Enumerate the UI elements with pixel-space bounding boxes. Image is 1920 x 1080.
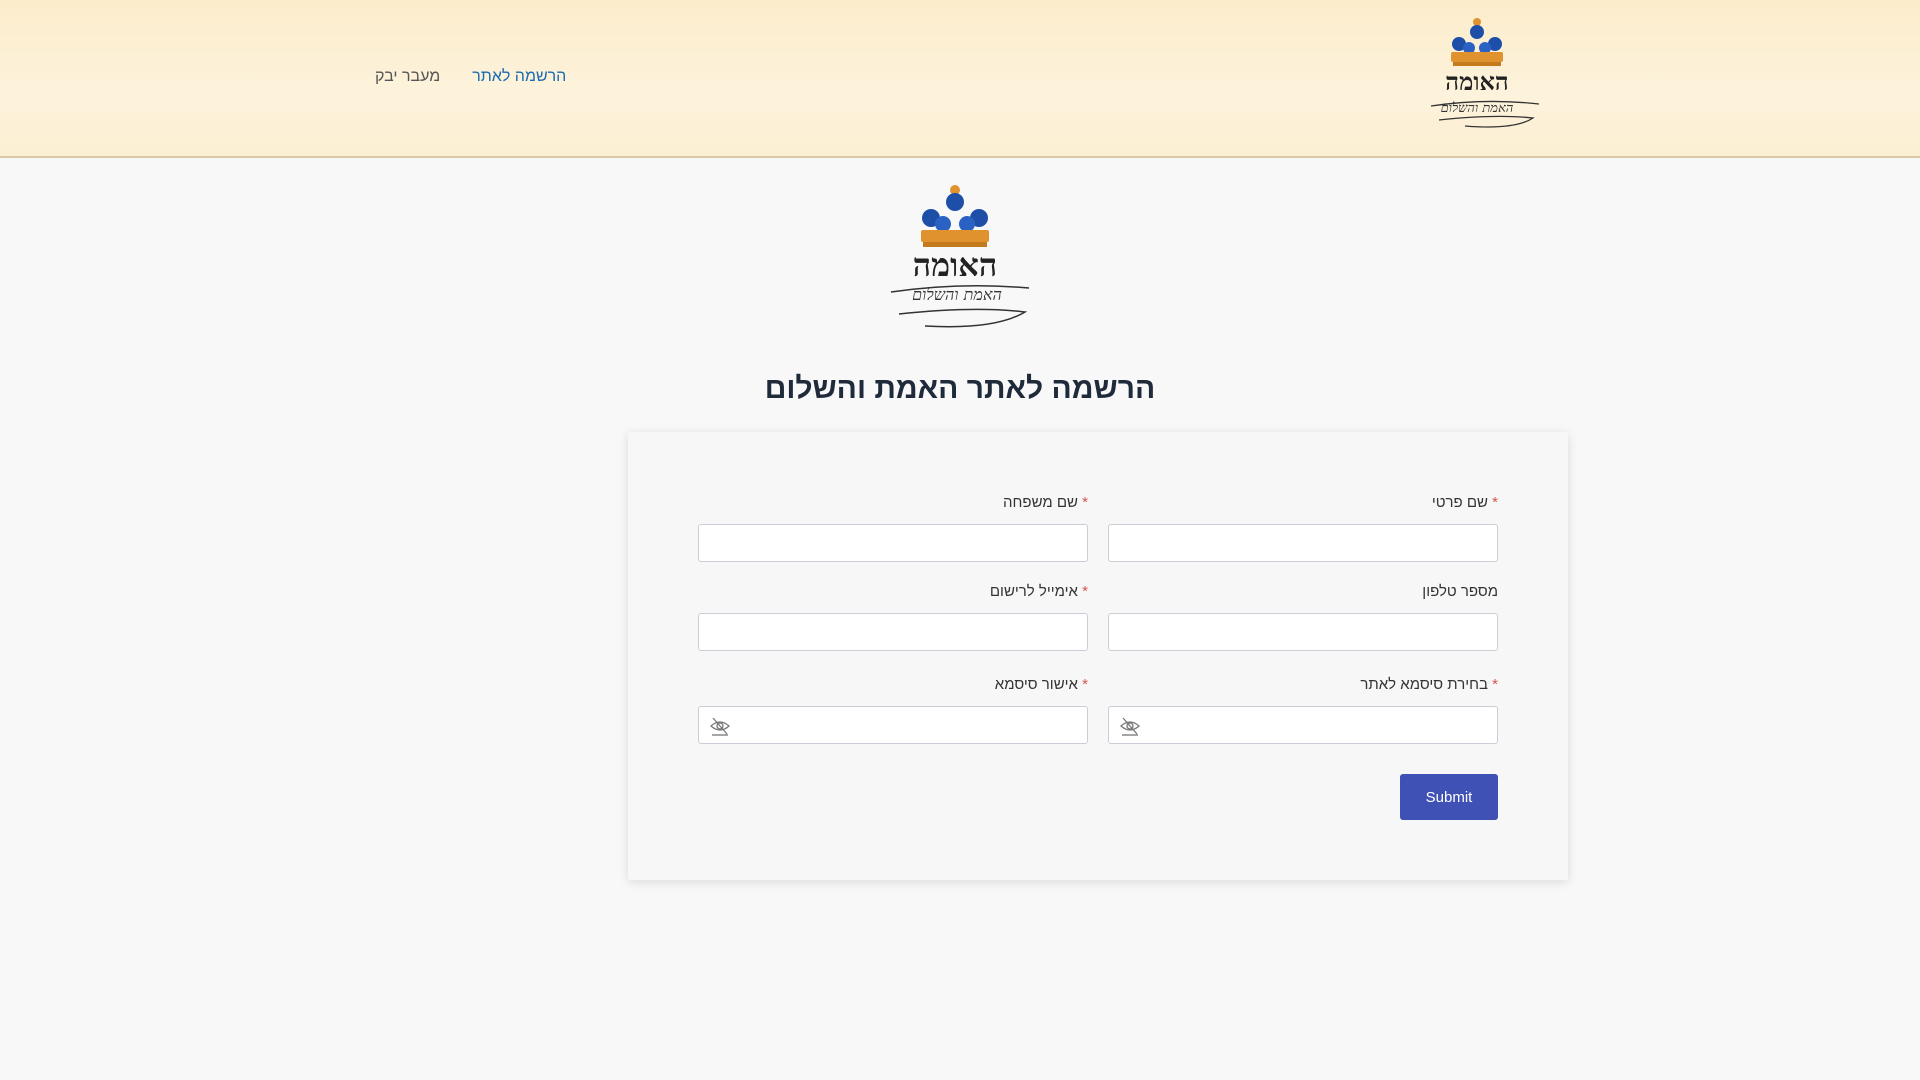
phone-input[interactable] <box>1109 614 1497 650</box>
main-logo-text: האומה <box>913 246 998 284</box>
last-name-field-group: * שם משפחה <box>698 494 1088 562</box>
confirm-password-label: * אישור סיסמא <box>994 676 1088 693</box>
first-name-label: * שם פרטי <box>1431 494 1498 511</box>
main-nav: הרשמה לאתר מעבר יבק <box>375 68 566 86</box>
required-mark: * <box>1082 494 1088 511</box>
submit-button[interactable]: Submit <box>1400 774 1498 820</box>
last-name-label: * שם משפחה <box>1003 494 1088 511</box>
nav-link-maavar-yabok[interactable]: מעבר יבק <box>375 68 440 86</box>
required-mark: * <box>1082 676 1088 693</box>
last-name-input-box <box>698 524 1088 562</box>
required-mark: * <box>1082 583 1088 600</box>
confirm-password-field-group: * אישור סיסמא <box>698 676 1088 744</box>
required-mark: * <box>1492 676 1498 693</box>
email-field-group: * אימייל לרישום <box>698 583 1088 651</box>
nav-link-register[interactable]: הרשמה לאתר <box>472 68 566 86</box>
header-logo-text: האומה <box>1445 67 1508 96</box>
registration-form: * שם פרטי * שם משפחה מספר טלפון * אימייל… <box>628 432 1568 880</box>
email-input[interactable] <box>699 614 1087 650</box>
confirm-password-input-box <box>698 706 1088 744</box>
phone-input-box <box>1108 613 1498 651</box>
last-name-input[interactable] <box>699 525 1087 561</box>
confirm-password-input[interactable] <box>699 707 1087 743</box>
site-header: הרשמה לאתר מעבר יבק האומה האמת והשלום <box>0 0 1920 158</box>
eye-slash-icon[interactable] <box>1119 716 1141 736</box>
password-input-box <box>1108 706 1498 744</box>
email-label: * אימייל לרישום <box>989 583 1088 600</box>
required-mark: * <box>1492 494 1498 511</box>
eye-slash-icon[interactable] <box>709 716 731 736</box>
first-name-input[interactable] <box>1109 525 1497 561</box>
first-name-input-box <box>1108 524 1498 562</box>
email-input-box <box>698 613 1088 651</box>
password-input[interactable] <box>1109 707 1497 743</box>
phone-label: מספר טלפון <box>1422 583 1498 600</box>
first-name-field-group: * שם פרטי <box>1108 494 1498 562</box>
page-title: הרשמה לאתר האמת והשלום <box>764 372 1156 405</box>
phone-field-group: מספר טלפון <box>1108 583 1498 651</box>
password-label: * בחירת סיסמא לאתר <box>1360 676 1498 693</box>
header-logo[interactable]: האומה האמת והשלום <box>1425 14 1545 138</box>
main-logo: האומה האמת והשלום <box>890 185 1030 328</box>
password-field-group: * בחירת סיסמא לאתר <box>1108 676 1498 744</box>
